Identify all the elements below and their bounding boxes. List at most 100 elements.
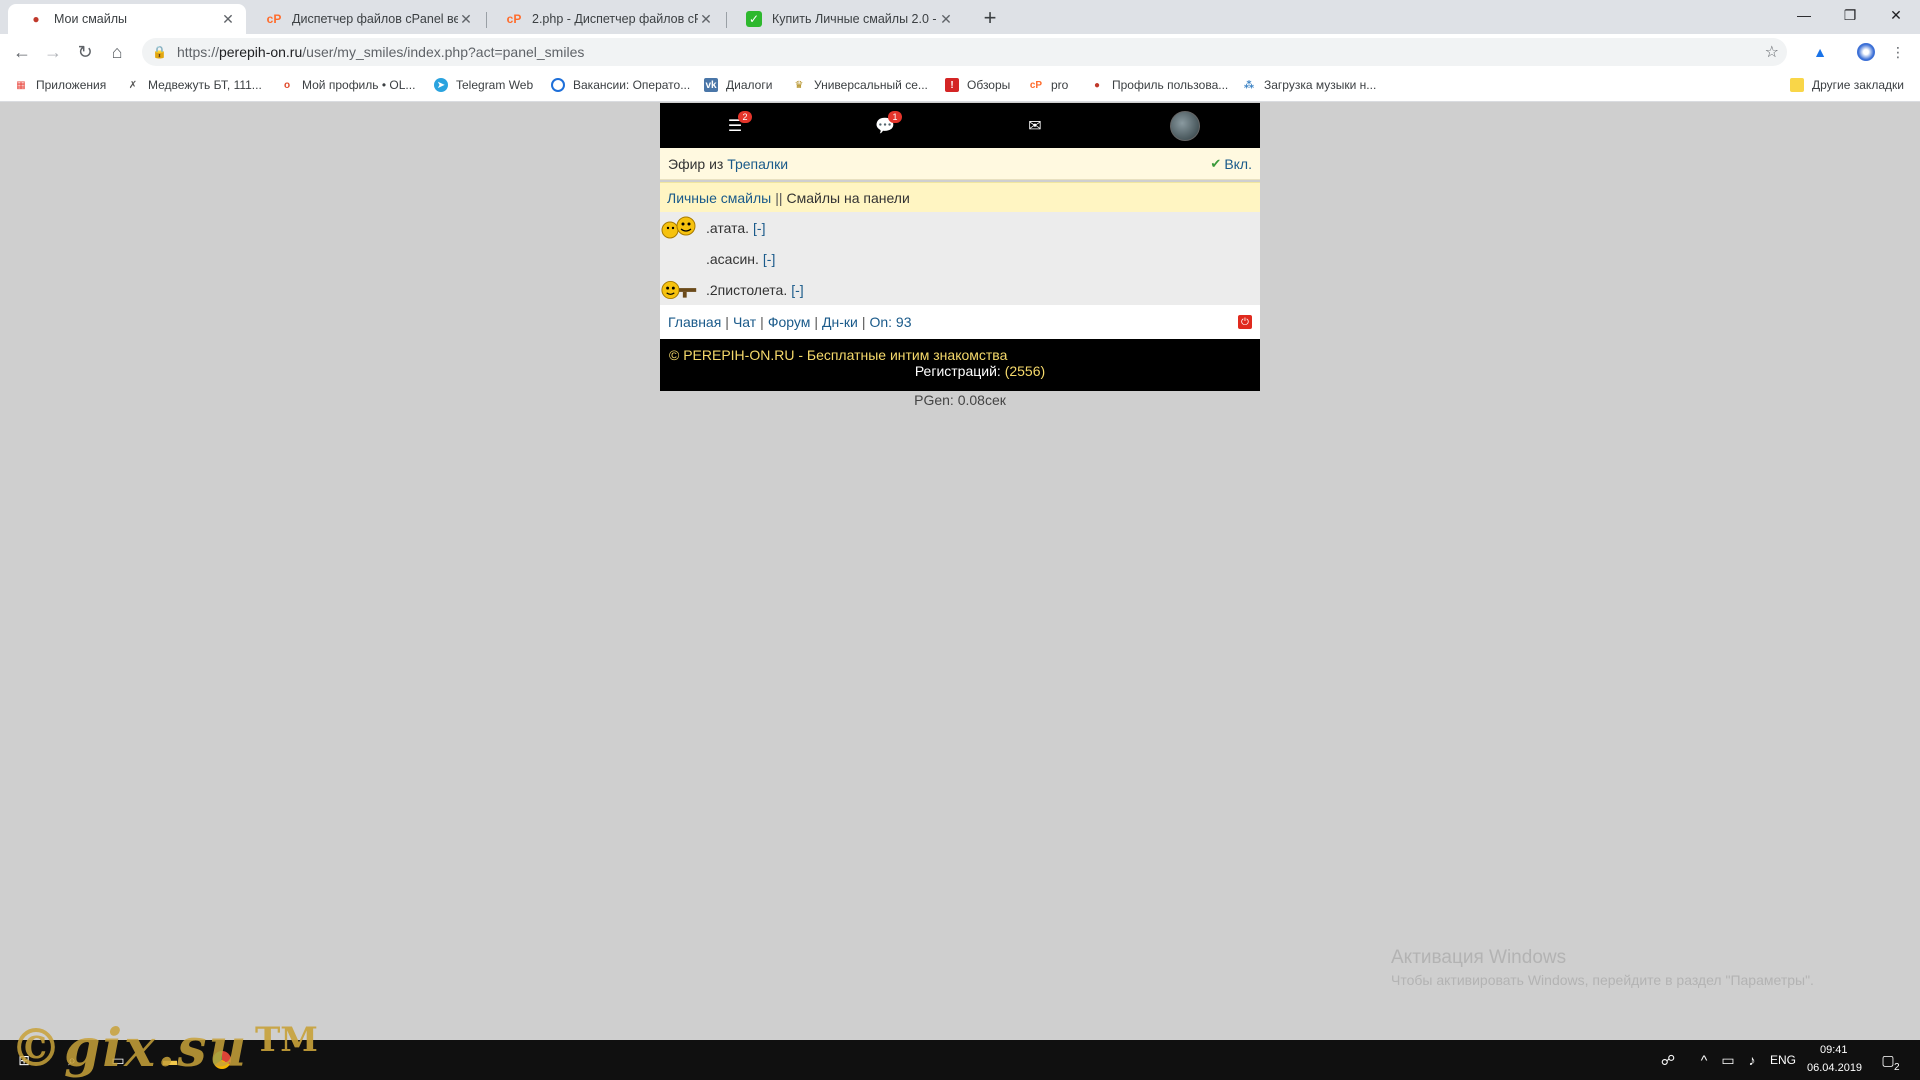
close-icon[interactable]: ✕ (458, 11, 474, 28)
activation-title: Активация Windows (1391, 947, 1567, 968)
chat-bubbles-icon: 💬 1 (874, 110, 902, 135)
other-bookmarks[interactable]: Другие закладки (1790, 78, 1904, 92)
tab-separator: || (775, 189, 783, 206)
bookmark-medvezhut[interactable]: ✗ Медвежуть БТ, 111... (126, 78, 262, 92)
people-icon[interactable]: ☍ (1658, 1050, 1678, 1070)
clock-time[interactable]: 09:41 (1820, 1044, 1848, 1056)
tab-strip: ● Мои смайлы ✕ cP Диспетчер файлов cPane… (0, 0, 1920, 34)
smiley-two-pistols-icon (660, 277, 700, 303)
bookmark-profile[interactable]: ● Профиль пользова... (1090, 78, 1228, 92)
smile-code: .атата. (706, 219, 750, 236)
volume-icon[interactable]: ♪ (1742, 1050, 1762, 1070)
smile-row: .асасин. [-] (660, 243, 1260, 274)
clock-date[interactable]: 06.04.2019 (1807, 1062, 1862, 1074)
forward-icon[interactable]: → (39, 38, 67, 66)
bookmark-olx[interactable]: o Мой профиль • OL... (280, 78, 415, 92)
smile-code: .2пистолета. (706, 281, 788, 298)
network-icon[interactable]: ▭ (1718, 1050, 1738, 1070)
bookmark-label: Медвежуть БТ, 111... (148, 78, 262, 92)
tab-title: Мои смайлы (54, 12, 128, 26)
bookmarks-bar: ▦ Приложения ✗ Медвежуть БТ, 111... o Мо… (0, 70, 1920, 102)
checkbox-icon: ✓ (746, 11, 762, 27)
nav-mail[interactable]: ✉ (960, 117, 1110, 135)
url-path: /user/my_smiles/index.php?act=panel_smil… (302, 44, 585, 60)
nav-chat[interactable]: 💬 1 (810, 110, 960, 135)
close-icon[interactable]: ✕ (220, 11, 236, 28)
smile-delete-link[interactable]: [-] (791, 282, 803, 298)
browser-toolbar: ← → ↻ ⌂ 🔒 https://perepih-on.ru/user/my_… (0, 34, 1920, 70)
tab-cpanel-files[interactable]: cP Диспетчер файлов cPanel верс ✕ (246, 4, 484, 34)
bookmark-label: Обзоры (967, 78, 1011, 92)
news-list-icon: ☰ 2 (724, 110, 752, 135)
restore-icon[interactable]: ❐ (1827, 0, 1873, 30)
smile-row: .2пистолета. [-] (660, 274, 1260, 305)
olx-icon: o (283, 79, 291, 91)
bookmark-apps[interactable]: ▦ Приложения (14, 78, 106, 92)
nav-profile[interactable] (1110, 110, 1260, 141)
smiles-tabs: Личные смайлы || Смайлы на панели (660, 182, 1260, 212)
pipe-separator: | (760, 314, 764, 330)
efir-bar: Эфир из Трепалки ✔ Вкл. (660, 148, 1260, 180)
lock-icon: 🔒 (152, 45, 167, 59)
pipe-separator: | (814, 314, 818, 330)
minimize-icon[interactable]: — (1781, 0, 1827, 30)
bear-icon: ✗ (128, 79, 138, 91)
smile-delete-link[interactable]: [-] (753, 220, 765, 236)
home-icon[interactable]: ⌂ (103, 38, 131, 66)
smile-delete-link[interactable]: [-] (763, 251, 775, 267)
smiley-asasin-icon (660, 246, 700, 272)
site-container: ☰ 2 💬 1 ✉ Эфир из Трепалки ✔ Вкл. Личные… (660, 103, 1260, 408)
bookmark-music[interactable]: ⁂ Загрузка музыки н... (1242, 78, 1376, 92)
footer-link-forum[interactable]: Форум (768, 314, 811, 330)
footer-link-home[interactable]: Главная (668, 314, 721, 330)
copyright-text: © PEREPIH-ON.RU - Бесплатные интим знако… (669, 347, 1008, 363)
close-icon[interactable]: ✕ (938, 11, 954, 28)
vacancy-icon (551, 78, 565, 92)
bookmark-reviews[interactable]: ! Обзоры (945, 78, 1010, 92)
bookmark-label: Приложения (36, 78, 107, 92)
bookmark-vk[interactable]: vk Диалоги (704, 78, 772, 92)
new-tab-button[interactable]: + (976, 4, 1004, 32)
efir-status: Вкл. (1224, 155, 1252, 172)
site-top-nav: ☰ 2 💬 1 ✉ (660, 103, 1260, 148)
power-icon[interactable]: ⏻ (1238, 315, 1252, 329)
bookmark-label: Профиль пользова... (1112, 78, 1229, 92)
footer-link-diaries[interactable]: Дн-ки (822, 314, 858, 330)
tray-chevron-icon[interactable]: ^ (1694, 1050, 1714, 1070)
bookmark-star-icon[interactable]: ☆ (1765, 42, 1779, 62)
apps-grid-icon: ▦ (16, 79, 26, 91)
profile-avatar-icon[interactable] (1856, 42, 1876, 62)
pipe-separator: | (725, 314, 729, 330)
tab-2php[interactable]: cP 2.php - Диспетчер файлов cPan ✕ (486, 4, 724, 34)
bookmark-vacancy[interactable]: Вакансии: Операто... (551, 78, 690, 92)
back-icon[interactable]: ← (8, 38, 36, 66)
tab-my-smiles[interactable]: ● Мои смайлы ✕ (8, 4, 246, 34)
bookmark-label: Другие закладки (1812, 78, 1904, 92)
notification-count: 2 (1894, 1062, 1900, 1073)
nav-news[interactable]: ☰ 2 (660, 110, 810, 135)
reload-icon[interactable]: ↻ (71, 38, 99, 66)
menu-kebab-icon[interactable]: ⋮ (1888, 42, 1908, 62)
language-indicator[interactable]: ENG (1770, 1053, 1796, 1067)
efir-link[interactable]: Трепалки (727, 156, 788, 172)
telegram-icon: ➤ (434, 78, 448, 92)
window-close-icon[interactable]: ✕ (1873, 0, 1919, 30)
close-icon[interactable]: ✕ (698, 11, 714, 28)
footer-link-chat[interactable]: Чат (733, 314, 756, 330)
bookmark-telegram[interactable]: ➤ Telegram Web (434, 78, 533, 92)
extension-icon[interactable]: ▲ (1810, 42, 1830, 62)
tab-title: 2.php - Диспетчер файлов cPan (532, 12, 698, 26)
bookmark-universal[interactable]: ♛ Универсальный се... (792, 78, 928, 92)
emblem-icon: ♛ (794, 79, 804, 91)
bookmark-pro[interactable]: cP pro (1029, 78, 1068, 92)
footer-link-online[interactable]: On: 93 (869, 314, 911, 330)
bookmark-label: Загрузка музыки н... (1264, 78, 1377, 92)
address-bar[interactable]: 🔒 https://perepih-on.ru/user/my_smiles/i… (142, 38, 1787, 66)
reviews-icon: ! (945, 78, 959, 92)
bookmark-label: Универсальный се... (814, 78, 928, 92)
tab-personal-smiles[interactable]: Личные смайлы (667, 190, 771, 206)
efir-toggle[interactable]: ✔ Вкл. (1210, 156, 1252, 172)
gixsu-watermark-logo: ©gix.su (10, 1018, 249, 1079)
news-badge: 2 (738, 110, 752, 123)
tab-buy-smiles[interactable]: ✓ Купить Личные смайлы 2.0 - ко ✕ (726, 4, 964, 34)
